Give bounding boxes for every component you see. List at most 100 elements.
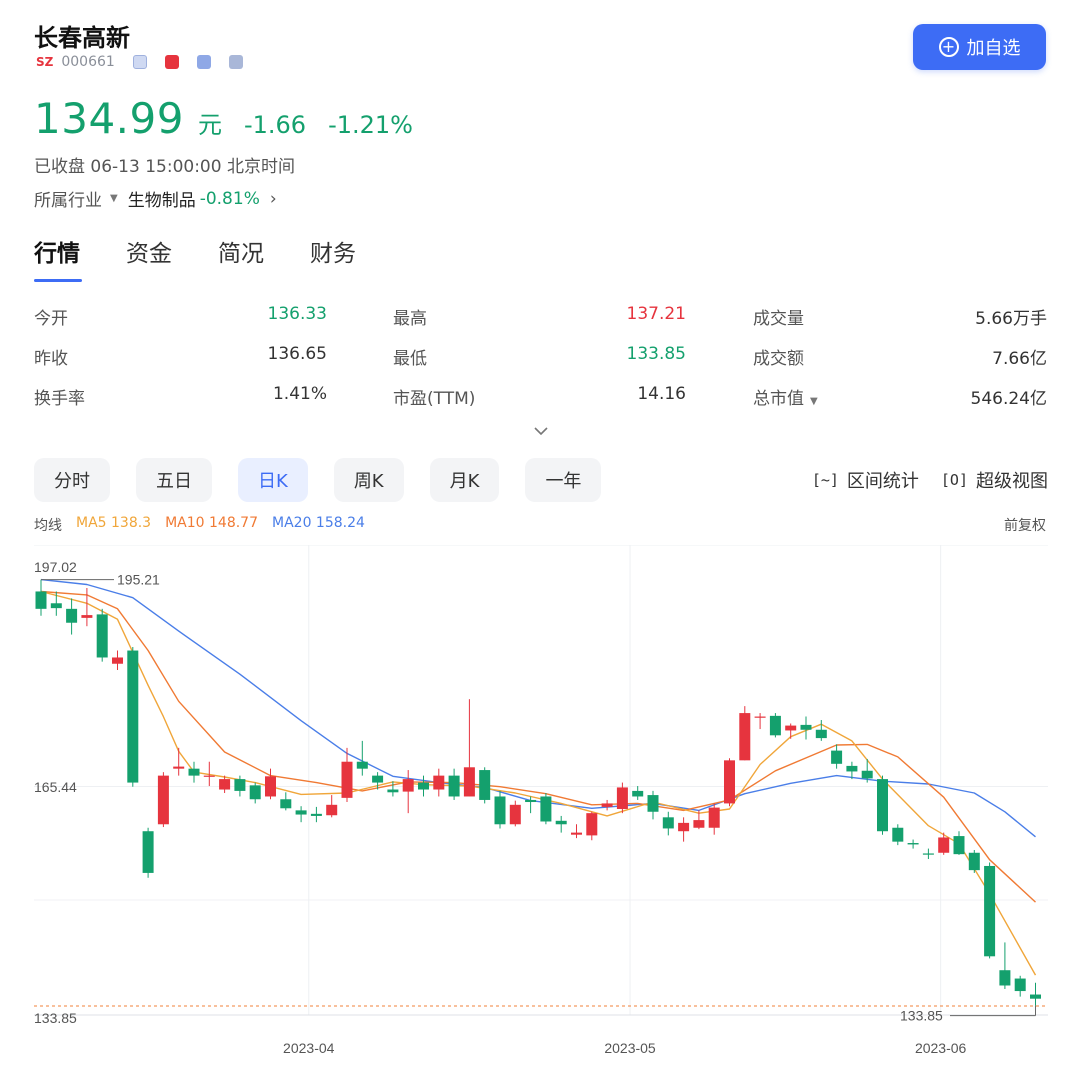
- candle: [601, 799, 613, 811]
- candle-body: [892, 827, 904, 842]
- industry-link[interactable]: 所属行业 ▼ 生物制品 -0.81% ›: [34, 186, 277, 212]
- candle-body: [280, 799, 292, 809]
- period-daily[interactable]: 日K: [238, 458, 308, 502]
- candle: [96, 608, 108, 662]
- stats-row: 今开 136.33 最高 137.21 成交量 5.66万手: [34, 304, 1047, 344]
- candle-body: [922, 853, 934, 855]
- tab-profile[interactable]: 简况: [218, 234, 264, 282]
- candle-body: [555, 820, 567, 825]
- candle-body: [387, 789, 399, 793]
- market-status: 已收盘 06-13 15:00:00 北京时间: [34, 157, 295, 177]
- range-stats-label: 区间统计: [846, 471, 919, 492]
- candle-body: [479, 770, 491, 800]
- add-watchlist-label: 加自选: [966, 38, 1021, 59]
- candle-body: [310, 813, 322, 816]
- candle: [310, 806, 322, 823]
- candle-body: [295, 810, 307, 815]
- candle-body: [494, 796, 506, 825]
- stock-connect-icon: [196, 55, 211, 69]
- candle: [999, 942, 1011, 989]
- candle: [647, 790, 659, 820]
- add-watchlist-button[interactable]: + 加自选: [913, 24, 1046, 70]
- candle-body: [341, 761, 353, 798]
- candle: [356, 740, 368, 776]
- stock-code: 000661: [61, 54, 115, 70]
- candle: [418, 775, 429, 797]
- stat-label: 成交量: [753, 309, 804, 329]
- stat-value-open: 136.33: [267, 304, 327, 324]
- candle-body: [188, 768, 200, 776]
- period-weekly[interactable]: 周K: [333, 458, 404, 502]
- candle-body: [157, 775, 169, 825]
- china-flag-icon: [164, 55, 179, 69]
- stat-label: 今开: [34, 309, 68, 329]
- super-view-label: 超级视图: [976, 471, 1048, 492]
- candle: [678, 817, 690, 842]
- candle: [922, 848, 934, 860]
- period-monthly[interactable]: 月K: [429, 458, 500, 502]
- candle: [540, 792, 552, 825]
- section-tabs: 行情 资金 简况 财务: [34, 234, 356, 282]
- candle-body: [127, 650, 139, 783]
- chevron-right-icon: ›: [269, 188, 277, 209]
- stat-label: 总市值: [753, 389, 804, 409]
- candle: [662, 811, 674, 836]
- candle-body: [785, 725, 797, 731]
- candle-body: [463, 767, 475, 797]
- candle-body: [846, 765, 858, 772]
- candlestick-chart[interactable]: 197.02 165.44 133.85 195.21 133.85 2023-04 202…: [0, 545, 1072, 1066]
- stat-value-prev-close: 136.65: [267, 344, 327, 364]
- y-tick-label: 165.44: [34, 779, 77, 795]
- ma-legend: 均线 MA5 138.3 MA10 148.77 MA20 158.24: [34, 515, 365, 535]
- candle: [632, 786, 644, 800]
- tab-quote[interactable]: 行情: [34, 234, 82, 282]
- min-price-label: 133.85: [900, 1008, 943, 1024]
- candle: [754, 713, 766, 730]
- tab-finance[interactable]: 财务: [310, 234, 356, 282]
- tab-fund-flow[interactable]: 资金: [126, 234, 172, 282]
- candle: [494, 790, 506, 829]
- candle-body: [203, 775, 215, 777]
- candle: [1030, 982, 1041, 1006]
- period-5day[interactable]: 五日: [136, 458, 212, 502]
- period-intraday[interactable]: 分时: [34, 458, 110, 502]
- price-adjust-toggle[interactable]: 前复权: [1004, 515, 1046, 535]
- candle: [907, 839, 919, 849]
- candle-body: [35, 591, 47, 609]
- stat-label: 换手率: [34, 389, 85, 409]
- stat-label: 最高: [393, 309, 427, 329]
- ma10-legend: MA10 148.77: [165, 515, 259, 531]
- candle: [173, 747, 185, 776]
- candle-body: [800, 724, 812, 730]
- stat-value-high: 137.21: [626, 304, 686, 324]
- candle-body: [448, 775, 460, 797]
- candle-body: [112, 657, 123, 664]
- candle: [815, 720, 827, 741]
- level-badge-icon: [132, 55, 147, 69]
- candle: [1014, 975, 1026, 997]
- stock-name: 长春高新: [34, 24, 130, 52]
- candle-body: [708, 807, 720, 828]
- candle-body: [632, 790, 644, 797]
- candle-body: [540, 796, 552, 822]
- period-1year[interactable]: 一年: [525, 458, 602, 502]
- candle: [81, 587, 93, 627]
- range-stats-button[interactable]: [~] 区间统计: [812, 467, 919, 493]
- y-tick-label: 133.85: [34, 1010, 77, 1026]
- candle-body: [953, 836, 965, 855]
- candle: [280, 792, 292, 811]
- candle-body: [724, 760, 735, 804]
- range-stats-icon: [~]: [811, 471, 839, 489]
- market-cap-dropdown[interactable]: 总市值 ▼: [753, 384, 818, 409]
- candle: [326, 795, 338, 818]
- candle-body: [1030, 994, 1041, 999]
- candle-body: [356, 761, 368, 769]
- super-view-button[interactable]: [O] 超级视图: [941, 467, 1048, 493]
- candle-body: [647, 795, 659, 812]
- candle-body: [402, 779, 414, 792]
- candle-body: [571, 832, 582, 835]
- chevron-down-icon[interactable]: [530, 420, 552, 442]
- stock-code-row: SZ 000661: [36, 54, 243, 70]
- candle-body: [96, 614, 108, 658]
- candle-body: [968, 852, 980, 871]
